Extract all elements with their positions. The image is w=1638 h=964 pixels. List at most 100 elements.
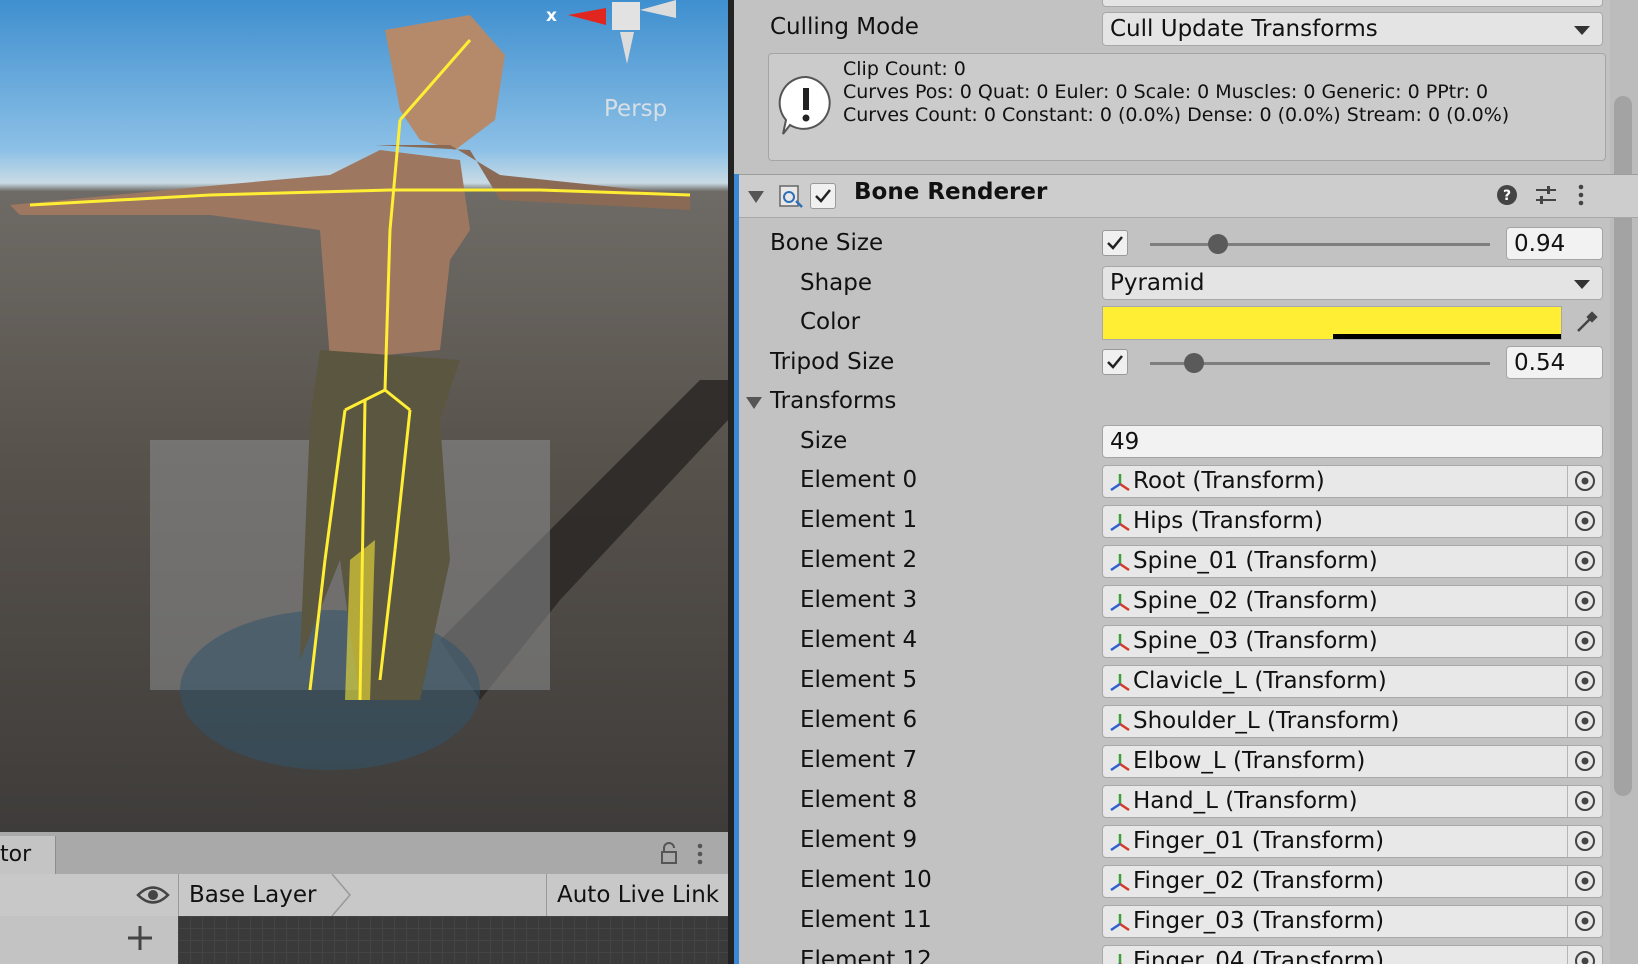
object-picker-button[interactable] (1567, 546, 1602, 577)
projection-label[interactable]: Persp (604, 96, 667, 122)
shape-label: Shape (800, 270, 873, 296)
tab-animator-label: tor (0, 842, 32, 867)
element-object-field[interactable]: Shoulder_L (Transform) (1102, 705, 1603, 738)
element-label: Element 7 (800, 747, 918, 773)
object-picker-icon (1575, 871, 1595, 891)
foldout-arrow-icon[interactable] (748, 191, 764, 203)
element-object-field[interactable]: Finger_01 (Transform) (1102, 825, 1603, 858)
lock-icon[interactable] (660, 842, 678, 864)
object-picker-button[interactable] (1567, 826, 1602, 857)
element-label: Element 3 (800, 587, 918, 613)
add-parameter-icon[interactable] (126, 924, 154, 952)
help-icon[interactable]: ? (1496, 184, 1518, 206)
element-object-field[interactable]: Hand_L (Transform) (1102, 785, 1603, 818)
object-picker-button[interactable] (1567, 506, 1602, 537)
shape-value: Pyramid (1110, 270, 1205, 296)
gizmo-axis-label[interactable]: x (546, 6, 557, 26)
transform-icon (1110, 674, 1130, 692)
parameters-toolbar (0, 916, 178, 964)
element-object-field[interactable]: Hips (Transform) (1102, 505, 1603, 538)
element-object-field[interactable]: Spine_01 (Transform) (1102, 545, 1603, 578)
element-object-field[interactable]: Finger_02 (Transform) (1102, 865, 1603, 898)
element-label: Element 10 (800, 867, 932, 893)
animator-info-helpbox: Clip Count: 0 Curves Pos: 0 Quat: 0 Eule… (768, 53, 1606, 161)
transform-icon (1110, 514, 1130, 532)
object-picker-button[interactable] (1567, 866, 1602, 897)
transforms-label[interactable]: Transforms (770, 388, 896, 414)
bone-size-input[interactable]: 0.94 (1506, 227, 1603, 260)
element-object-value: Spine_01 (Transform) (1133, 548, 1378, 574)
element-object-value: Finger_01 (Transform) (1133, 828, 1385, 854)
scene-view[interactable]: x Persp (0, 0, 728, 832)
dropdown-arrow-icon (1574, 26, 1590, 35)
element-object-value: Root (Transform) (1133, 468, 1325, 494)
transform-icon (1110, 554, 1130, 572)
object-picker-icon (1575, 751, 1595, 771)
transforms-foldout-icon[interactable] (746, 397, 762, 409)
object-picker-button[interactable] (1567, 746, 1602, 777)
transform-icon (1110, 834, 1130, 852)
object-picker-icon (1575, 911, 1595, 931)
bone-size-slider-track[interactable] (1150, 243, 1490, 246)
element-object-value: Spine_03 (Transform) (1133, 628, 1378, 654)
script-component-icon (779, 185, 803, 208)
object-picker-button[interactable] (1567, 786, 1602, 817)
element-object-value: Spine_02 (Transform) (1133, 588, 1378, 614)
component-menu-icon[interactable] (1576, 183, 1586, 207)
object-picker-icon (1575, 591, 1595, 611)
object-picker-button[interactable] (1567, 906, 1602, 937)
object-picker-icon (1575, 511, 1595, 531)
element-object-value: Shoulder_L (Transform) (1133, 708, 1400, 734)
auto-live-link-button[interactable]: Auto Live Link (546, 874, 737, 916)
object-picker-button[interactable] (1567, 586, 1602, 617)
inspector-panel: Culling Mode Cull Update Transforms Clip… (734, 0, 1638, 964)
object-picker-icon (1575, 711, 1595, 731)
transform-icon (1110, 794, 1130, 812)
clip-count-text: Clip Count: 0 (843, 58, 966, 80)
culling-mode-dropdown[interactable]: Cull Update Transforms (1102, 12, 1603, 46)
element-object-field[interactable]: Root (Transform) (1102, 465, 1603, 498)
element-object-field[interactable]: Spine_03 (Transform) (1102, 625, 1603, 658)
tripod-size-checkbox[interactable] (1102, 349, 1128, 375)
object-picker-button[interactable] (1567, 666, 1602, 697)
eyedropper-icon[interactable] (1572, 309, 1600, 337)
animator-graph-grid[interactable] (178, 916, 728, 964)
warning-icon (778, 75, 831, 135)
color-field[interactable] (1102, 306, 1562, 340)
component-enabled-checkbox[interactable] (810, 183, 836, 209)
culling-mode-label: Culling Mode (770, 14, 919, 40)
object-picker-button[interactable] (1567, 946, 1602, 964)
tripod-size-input[interactable]: 0.54 (1506, 346, 1603, 379)
bone-size-checkbox[interactable] (1102, 230, 1128, 256)
element-object-field[interactable]: Finger_04 (Transform) (1102, 945, 1603, 964)
clipped-dropdown[interactable] (1102, 0, 1603, 7)
transform-icon (1110, 634, 1130, 652)
tab-animator[interactable]: tor (0, 836, 56, 874)
element-object-value: Elbow_L (Transform) (1133, 748, 1366, 774)
tripod-size-slider-knob[interactable] (1184, 353, 1205, 373)
color-label: Color (800, 309, 861, 335)
element-object-field[interactable]: Elbow_L (Transform) (1102, 745, 1603, 778)
object-picker-button[interactable] (1567, 706, 1602, 737)
element-object-field[interactable]: Spine_02 (Transform) (1102, 585, 1603, 618)
transform-icon (1110, 714, 1130, 732)
dropdown-arrow-icon (1574, 280, 1590, 289)
shape-dropdown[interactable]: Pyramid (1102, 266, 1603, 300)
bone-renderer-header[interactable]: Bone Renderer ? (734, 174, 1638, 218)
component-title: Bone Renderer (854, 179, 1048, 205)
object-picker-button[interactable] (1567, 626, 1602, 657)
element-label: Element 1 (800, 507, 918, 533)
kebab-menu-icon[interactable] (695, 842, 705, 866)
eye-icon[interactable] (136, 884, 170, 906)
size-input[interactable]: 49 (1102, 425, 1603, 458)
element-object-field[interactable]: Finger_03 (Transform) (1102, 905, 1603, 938)
element-object-field[interactable]: Clavicle_L (Transform) (1102, 665, 1603, 698)
element-label: Element 5 (800, 667, 918, 693)
svg-text:?: ? (1503, 188, 1511, 204)
object-picker-button[interactable] (1567, 466, 1602, 497)
bone-size-slider-knob[interactable] (1208, 234, 1228, 254)
transform-icon (1110, 474, 1130, 492)
element-label: Element 4 (800, 627, 918, 653)
presets-icon[interactable] (1534, 184, 1558, 206)
breadcrumb-base-layer[interactable]: Base Layer (178, 874, 341, 916)
